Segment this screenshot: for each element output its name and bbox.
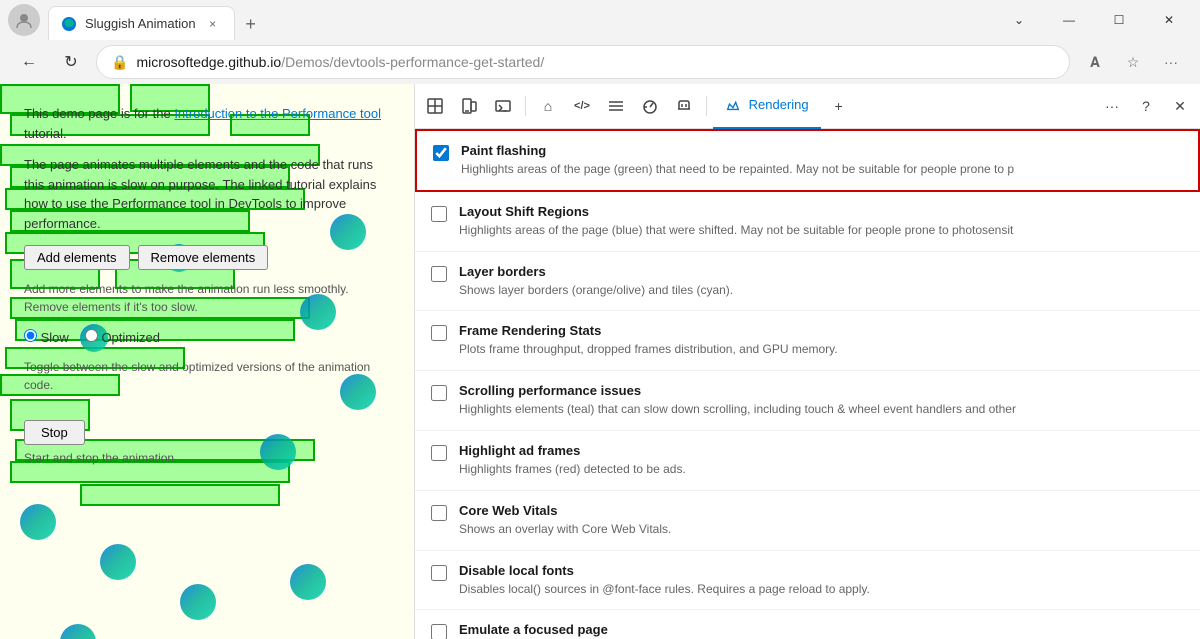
toolbar-separator-2 — [706, 96, 707, 116]
address-right-buttons: 𝐀 ☆ ··· — [1078, 45, 1188, 79]
read-aloud-button[interactable]: 𝐀 — [1078, 45, 1112, 79]
remove-elements-button[interactable]: Remove elements — [138, 245, 269, 270]
checkbox-disable-local-fonts[interactable] — [431, 565, 447, 581]
minimize-button[interactable]: — — [1046, 4, 1092, 36]
checkbox-layer-borders[interactable] — [431, 266, 447, 282]
devtools-close-button[interactable]: ✕ — [1164, 90, 1196, 122]
rendering-item-highlight-ads: Highlight ad frames Highlights frames (re… — [415, 431, 1200, 491]
render-item-desc: Highlights areas of the page (green) tha… — [461, 161, 1182, 178]
edge-logo-icon — [20, 504, 56, 540]
rendering-item-frame-rendering: Frame Rendering Stats Plots frame through… — [415, 311, 1200, 371]
checkbox-paint-flashing[interactable] — [433, 145, 449, 161]
radio-row: Slow Optimized — [24, 328, 390, 348]
tab-close-button[interactable]: × — [204, 15, 222, 33]
render-item-desc: Shows an overlay with Core Web Vitals. — [459, 521, 1184, 538]
render-item-title: Highlight ad frames — [459, 443, 1184, 458]
render-item-title: Paint flashing — [461, 143, 1182, 158]
checkbox-scrolling-perf[interactable] — [431, 385, 447, 401]
lock-icon: 🔒 — [111, 54, 128, 71]
render-item-desc: Plots frame throughput, dropped frames d… — [459, 341, 1184, 358]
maximize-button[interactable]: ☐ — [1096, 4, 1142, 36]
devtools-help-button[interactable]: ? — [1130, 90, 1162, 122]
edge-logo-icon — [100, 544, 136, 580]
rendering-item-disable-local-fonts: Disable local fonts Disables local() sour… — [415, 551, 1200, 611]
title-bar: Sluggish Animation × + ⌄ — ☐ ✕ — [0, 0, 1200, 40]
url-bar[interactable]: 🔒 microsoftedge.github.io/Demos/devtools… — [96, 45, 1070, 79]
checkbox-core-web-vitals[interactable] — [431, 505, 447, 521]
slow-radio[interactable] — [24, 329, 37, 342]
devtools-right-buttons: ··· ? ✕ — [1096, 90, 1196, 122]
render-item-title: Frame Rendering Stats — [459, 323, 1184, 338]
devtools-more-button[interactable]: ··· — [1096, 90, 1128, 122]
tab-title: Sluggish Animation — [85, 16, 196, 31]
refresh-button[interactable]: ↻ — [54, 45, 88, 79]
rendering-item-emulate-focused: Emulate a focused pageEmulates a focused… — [415, 610, 1200, 639]
webpage-area: This demo page is for the Introduction t… — [0, 84, 415, 639]
render-item-desc: Highlights elements (teal) that can slow… — [459, 401, 1184, 418]
rendering-item-core-web-vitals: Core Web Vitals Shows an overlay with Cor… — [415, 491, 1200, 551]
browser-window: Sluggish Animation × + ⌄ — ☐ ✕ ← ↻ 🔒 mic… — [0, 0, 1200, 639]
render-item-desc: Highlights areas of the page (blue) that… — [459, 222, 1184, 239]
slow-radio-label[interactable]: Slow — [24, 328, 69, 348]
add-elements-button[interactable]: Add elements — [24, 245, 130, 270]
rendering-item-scrolling-perf: Scrolling performance issues Highlights e… — [415, 371, 1200, 431]
close-button[interactable]: ✕ — [1146, 4, 1192, 36]
render-item-title: Emulate a focused page — [459, 622, 1184, 637]
source-tool[interactable]: </> — [566, 90, 598, 122]
edge-logo-icon — [60, 624, 96, 639]
rendering-panel: Paint flashing Highlights areas of the pa… — [415, 129, 1200, 639]
paint-flash-overlay — [80, 484, 280, 506]
stop-button[interactable]: Stop — [24, 420, 85, 445]
active-tab[interactable]: Sluggish Animation × — [48, 6, 235, 40]
optimized-radio-label[interactable]: Optimized — [85, 328, 160, 348]
home-tool[interactable]: ⌂ — [532, 90, 564, 122]
render-item-title: Disable local fonts — [459, 563, 1184, 578]
tab-rendering[interactable]: Rendering — [713, 84, 821, 129]
render-item-title: Scrolling performance issues — [459, 383, 1184, 398]
optimized-radio[interactable] — [85, 329, 98, 342]
main-content: This demo page is for the Introduction t… — [0, 84, 1200, 639]
intro-link[interactable]: Introduction to the Performance tool — [174, 106, 381, 121]
checkbox-emulate-focused[interactable] — [431, 624, 447, 639]
back-button[interactable]: ← — [12, 45, 46, 79]
rendering-item-layout-shift: Layout Shift Regions Highlights areas of … — [415, 192, 1200, 252]
favorites-button[interactable]: ☆ — [1116, 45, 1150, 79]
edge-tab-icon — [61, 16, 77, 32]
performance-tool[interactable] — [634, 90, 666, 122]
address-bar: ← ↻ 🔒 microsoftedge.github.io/Demos/devt… — [0, 40, 1200, 84]
chevron-down-button[interactable]: ⌄ — [996, 4, 1042, 36]
render-item-title: Layout Shift Regions — [459, 204, 1184, 219]
render-item-desc: Disables local() sources in @font-face r… — [459, 581, 1184, 598]
tabs-area: Sluggish Animation × + — [48, 0, 988, 40]
more-button[interactable]: ··· — [1154, 45, 1188, 79]
toolbar-separator — [525, 96, 526, 116]
network-tool[interactable] — [600, 90, 632, 122]
url-text: microsoftedge.github.io/Demos/devtools-p… — [136, 54, 1055, 70]
render-item-desc: Highlights frames (red) detected to be a… — [459, 461, 1184, 478]
render-item-desc: Shows layer borders (orange/olive) and t… — [459, 282, 1184, 299]
devtools-toolbar: ⌂ </> — [415, 84, 1200, 129]
add-panel-button[interactable]: + — [823, 90, 855, 122]
rendering-item-paint-flashing: Paint flashing Highlights areas of the pa… — [415, 129, 1200, 192]
device-emulation-tool[interactable] — [453, 90, 485, 122]
render-item-title: Layer borders — [459, 264, 1184, 279]
profile-button[interactable] — [8, 4, 40, 36]
rendering-item-layer-borders: Layer borders Shows layer borders (orange… — [415, 252, 1200, 312]
checkbox-highlight-ads[interactable] — [431, 445, 447, 461]
demo-buttons-row: Add elements Remove elements — [24, 245, 390, 270]
checkbox-frame-rendering[interactable] — [431, 325, 447, 341]
memory-tool[interactable] — [668, 90, 700, 122]
webpage-content: This demo page is for the Introduction t… — [24, 104, 390, 467]
devtools-panel: ⌂ </> — [415, 84, 1200, 639]
checkbox-layout-shift[interactable] — [431, 206, 447, 222]
console-tool[interactable] — [487, 90, 519, 122]
edge-logo-icon — [290, 564, 326, 600]
edge-logo-icon — [180, 584, 216, 620]
window-controls: ⌄ — ☐ ✕ — [996, 4, 1192, 36]
render-item-title: Core Web Vitals — [459, 503, 1184, 518]
new-tab-button[interactable]: + — [235, 8, 267, 40]
inspect-element-tool[interactable] — [419, 90, 451, 122]
